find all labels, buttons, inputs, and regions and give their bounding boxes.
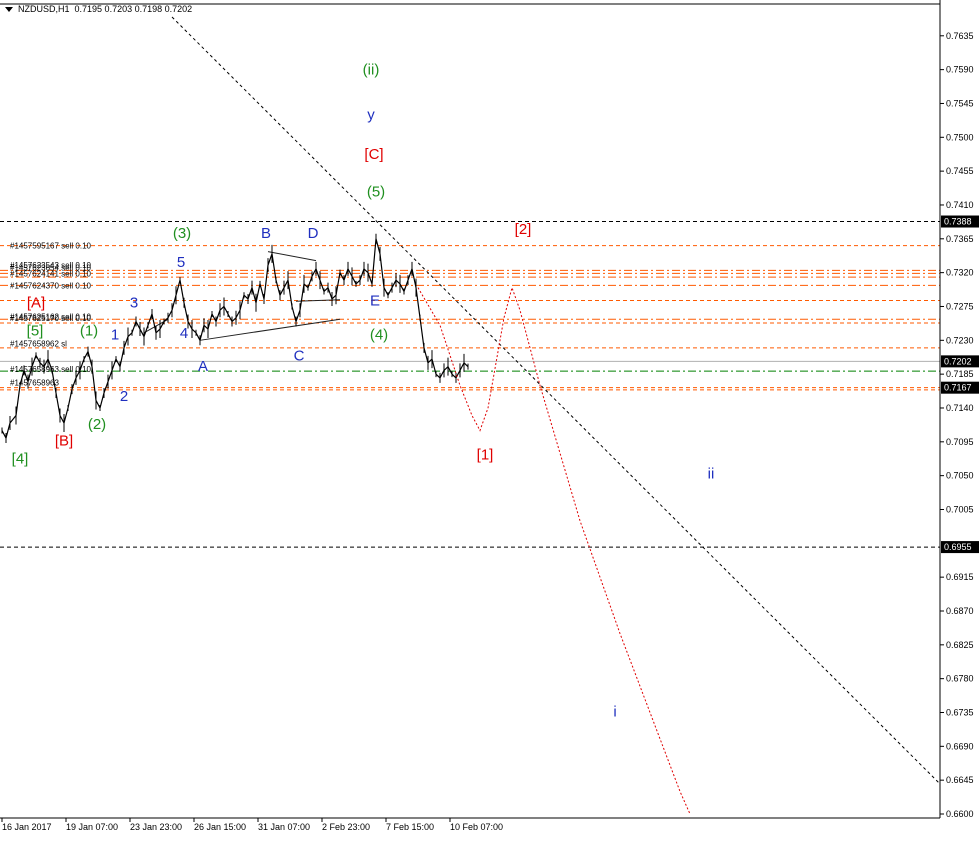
wave-label: 3 <box>130 295 138 312</box>
x-tick-label: 19 Jan 07:00 <box>66 822 118 832</box>
y-tick-label: 0.6735 <box>946 707 974 717</box>
y-tick-label: 0.7635 <box>946 31 974 41</box>
y-tick-label: 0.6645 <box>946 775 974 785</box>
y-tick-label: 0.7230 <box>946 335 974 345</box>
y-tick-label: 0.6825 <box>946 640 974 650</box>
wave-label: (3) <box>173 225 191 242</box>
y-tick-label: 0.7275 <box>946 301 974 311</box>
wave-label: i <box>613 704 616 721</box>
wave-label: [A] <box>27 295 45 312</box>
y-tick-label: 0.6780 <box>946 674 974 684</box>
wave-label: B <box>261 225 271 242</box>
order-label: #1457595167 sell 0.10 <box>10 242 92 251</box>
wave-label: [B] <box>55 432 73 449</box>
wave-label: y <box>367 107 375 124</box>
chart-canvas[interactable]: #1457595167 sell 0.10#1457623543 sell 0.… <box>0 0 980 838</box>
wave-label: (2) <box>88 416 106 433</box>
order-label: #1457624370 sell 0.10 <box>10 281 92 290</box>
y-tick-label: 0.6915 <box>946 572 974 582</box>
chart-header: NZDUSD,H1 0.7195 0.7203 0.7198 0.7202 <box>18 4 192 14</box>
symbol-label: NZDUSD,H1 <box>18 4 70 14</box>
order-label: #1457658962 sl <box>10 339 67 348</box>
y-tick-label: 0.7005 <box>946 504 974 514</box>
y-tick-label: 0.7320 <box>946 268 974 278</box>
x-tick-label: 23 Jan 23:00 <box>130 822 182 832</box>
wave-label: [1] <box>477 447 494 464</box>
price-marker-label: 0.7167 <box>944 383 972 393</box>
order-label: #1457624141 sell 0.10 <box>10 269 92 278</box>
wave-label: [4] <box>12 450 29 467</box>
wave-label: (1) <box>80 323 98 340</box>
y-tick-label: 0.7545 <box>946 98 974 108</box>
order-label: #1457658963 sell 0.10 <box>10 365 92 374</box>
wave-label: C <box>294 347 305 364</box>
wave-label: [C] <box>364 146 383 163</box>
x-tick-label: 2 Feb 23:00 <box>322 822 370 832</box>
chart-background <box>0 0 980 838</box>
y-tick-label: 0.6690 <box>946 741 974 751</box>
chart-menu-arrow-icon[interactable] <box>5 7 13 12</box>
price-marker-label: 0.7202 <box>944 356 972 366</box>
wave-label: [2] <box>515 221 532 238</box>
y-tick-label: 0.6870 <box>946 606 974 616</box>
x-tick-label: 31 Jan 07:00 <box>258 822 310 832</box>
wave-label: 4 <box>180 325 188 342</box>
order-label: #1457658963 <box>10 378 59 387</box>
wave-label: 5 <box>177 254 185 271</box>
y-tick-label: 0.7185 <box>946 369 974 379</box>
price-chart[interactable]: #1457595167 sell 0.10 #1457623543 sell 0.… <box>0 0 980 838</box>
wave-label: ii <box>708 465 715 482</box>
order-label: #1457625170 sell 0.10 <box>10 314 92 323</box>
wave-label: E <box>370 292 380 309</box>
x-tick-label: 10 Feb 07:00 <box>450 822 503 832</box>
wave-label: A <box>198 358 208 375</box>
x-tick-label: 7 Feb 15:00 <box>386 822 434 832</box>
wave-label: 1 <box>111 326 119 343</box>
ohlc-readout: 0.7195 0.7203 0.7198 0.7202 <box>74 4 193 14</box>
y-tick-label: 0.7140 <box>946 403 974 413</box>
price-marker-label: 0.6955 <box>944 542 972 552</box>
wave-label: 2 <box>120 388 128 405</box>
wave-label: [5] <box>27 323 44 340</box>
x-tick-label: 26 Jan 15:00 <box>194 822 246 832</box>
y-tick-label: 0.7590 <box>946 65 974 75</box>
wave-label: (4) <box>370 326 388 343</box>
wave-label: (5) <box>367 183 385 200</box>
y-tick-label: 0.7500 <box>946 132 974 142</box>
price-marker-label: 0.7388 <box>944 217 972 227</box>
x-tick-label: 16 Jan 2017 <box>2 822 52 832</box>
y-tick-label: 0.7365 <box>946 234 974 244</box>
y-tick-label: 0.6600 <box>946 809 974 819</box>
wave-label: D <box>308 225 319 242</box>
order-labels: #1457595167 sell 0.10#1457623543 sell 0.… <box>10 242 92 388</box>
y-tick-label: 0.7410 <box>946 200 974 210</box>
wave-label: (ii) <box>363 62 380 79</box>
y-tick-label: 0.7095 <box>946 437 974 447</box>
y-tick-label: 0.7455 <box>946 166 974 176</box>
y-tick-label: 0.7050 <box>946 471 974 481</box>
